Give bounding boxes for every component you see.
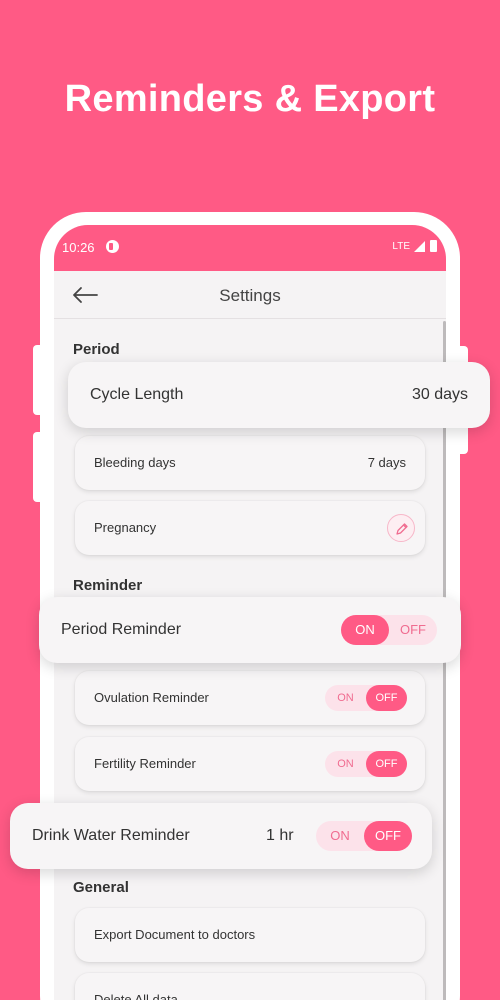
ovulation-reminder-row: Ovulation Reminder ON OFF: [75, 671, 425, 725]
signal-icon: [414, 241, 425, 252]
drink-water-reminder-row: Drink Water Reminder 1 hr ON OFF: [10, 803, 432, 869]
status-time: 10:26: [62, 240, 95, 255]
section-title-general: General: [73, 879, 129, 896]
cycle-length-row[interactable]: Cycle Length 30 days: [68, 362, 490, 428]
pregnancy-label: Pregnancy: [94, 520, 157, 535]
export-document-row[interactable]: Export Document to doctors: [75, 908, 425, 962]
fertility-reminder-label: Fertility Reminder: [94, 756, 196, 771]
fertility-reminder-toggle[interactable]: ON OFF: [325, 751, 407, 777]
cycle-length-value: 30 days: [411, 386, 468, 403]
drink-water-reminder-label: Drink Water Reminder: [32, 827, 190, 844]
toggle-on-option[interactable]: ON: [341, 615, 389, 645]
fertility-reminder-row: Fertility Reminder ON OFF: [75, 737, 425, 791]
battery-icon: [430, 240, 437, 252]
bleeding-days-value: 7 days: [367, 455, 406, 470]
app-bar: Settings: [54, 271, 446, 319]
section-title-reminder: Reminder: [73, 577, 143, 594]
status-network: LTE: [392, 241, 410, 252]
ovulation-reminder-label: Ovulation Reminder: [94, 690, 209, 705]
toggle-on-option[interactable]: ON: [325, 685, 366, 711]
toggle-off-option[interactable]: OFF: [366, 685, 407, 711]
delete-data-label: Delete All data: [94, 992, 178, 1000]
pregnancy-row[interactable]: Pregnancy: [75, 501, 425, 555]
period-reminder-toggle[interactable]: ON OFF: [341, 615, 437, 645]
export-document-label: Export Document to doctors: [94, 927, 256, 942]
toggle-off-option[interactable]: OFF: [389, 615, 437, 645]
drink-water-interval[interactable]: 1 hr: [266, 827, 294, 845]
status-bar: 10:26 LTE: [54, 225, 446, 271]
toggle-on-option[interactable]: ON: [316, 821, 364, 851]
drink-water-reminder-toggle[interactable]: ON OFF: [316, 821, 412, 851]
toggle-on-option[interactable]: ON: [325, 751, 366, 777]
bleeding-days-row[interactable]: Bleeding days 7 days: [75, 436, 425, 490]
period-reminder-row: Period Reminder ON OFF: [39, 597, 461, 663]
ovulation-reminder-toggle[interactable]: ON OFF: [325, 685, 407, 711]
pencil-icon[interactable]: [387, 514, 415, 542]
section-title-period: Period: [73, 341, 120, 358]
delete-data-row[interactable]: Delete All data: [75, 973, 425, 1000]
toggle-off-option[interactable]: OFF: [366, 751, 407, 777]
promo-headline: Reminders & Export: [64, 78, 436, 120]
page-title: Settings: [219, 286, 281, 305]
status-app-icon: [106, 240, 119, 253]
cycle-length-label: Cycle Length: [90, 386, 184, 403]
bleeding-days-label: Bleeding days: [94, 455, 176, 470]
period-reminder-label: Period Reminder: [61, 621, 182, 638]
toggle-off-option[interactable]: OFF: [364, 821, 412, 851]
